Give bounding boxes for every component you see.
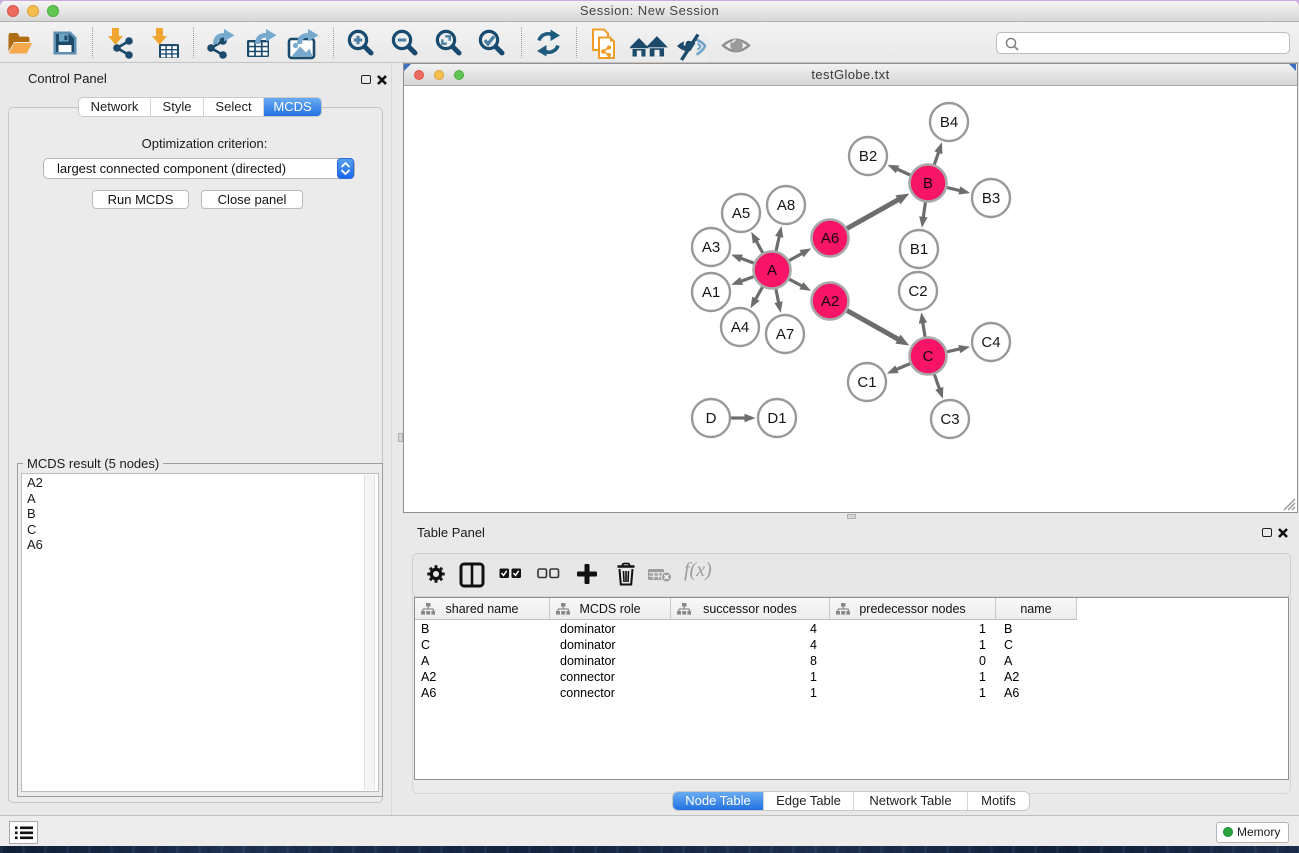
svg-text:D: D (706, 410, 717, 427)
svg-text:C4: C4 (981, 334, 1000, 351)
svg-text:C1: C1 (857, 374, 876, 391)
svg-text:B: B (923, 175, 933, 192)
svg-text:B3: B3 (982, 190, 1000, 207)
svg-text:A: A (767, 262, 777, 279)
svg-text:B4: B4 (940, 114, 958, 131)
svg-text:A4: A4 (731, 319, 749, 336)
svg-text:A5: A5 (732, 205, 750, 222)
svg-text:A3: A3 (702, 239, 720, 256)
svg-text:A8: A8 (777, 197, 795, 214)
svg-text:A1: A1 (702, 284, 720, 301)
svg-text:B2: B2 (859, 148, 877, 165)
svg-text:C3: C3 (940, 411, 959, 428)
svg-text:A2: A2 (821, 293, 839, 310)
svg-text:C: C (923, 348, 934, 365)
svg-text:A6: A6 (821, 230, 839, 247)
svg-text:B1: B1 (910, 241, 928, 258)
svg-text:C2: C2 (908, 283, 927, 300)
svg-text:D1: D1 (767, 410, 786, 427)
svg-text:A7: A7 (776, 326, 794, 343)
